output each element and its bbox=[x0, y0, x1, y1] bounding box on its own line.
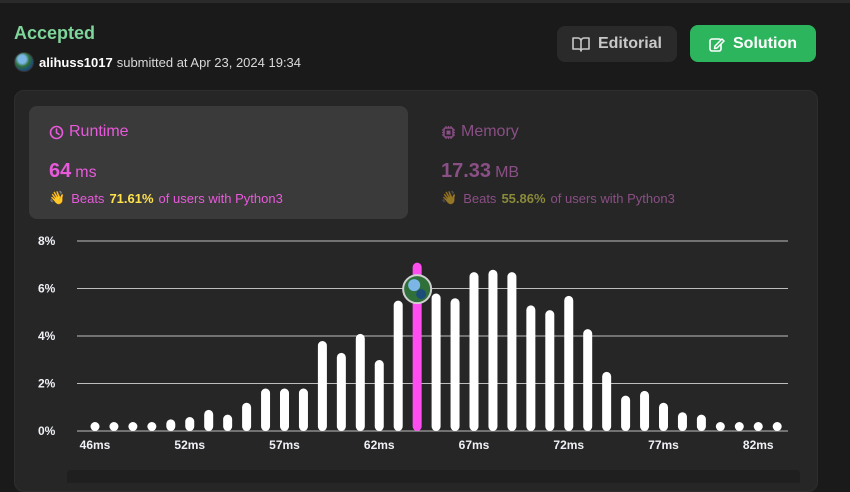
bar bbox=[526, 305, 536, 431]
bar bbox=[298, 388, 308, 431]
x-tick-label: 82ms bbox=[743, 438, 774, 452]
bar bbox=[336, 352, 346, 431]
bar bbox=[696, 414, 706, 431]
bar bbox=[583, 329, 593, 431]
bar bbox=[185, 417, 195, 431]
x-tick-label: 72ms bbox=[553, 438, 584, 452]
runtime-distribution-chart: 8% 6% 4% 2% 0% 46ms 52ms 57ms 62ms 67ms 72ms 77ms 82… bbox=[38, 234, 788, 452]
bar bbox=[734, 422, 744, 431]
x-tick-label: 57ms bbox=[269, 438, 300, 452]
y-tick-label: 2% bbox=[38, 377, 56, 391]
x-tick-label: 62ms bbox=[364, 438, 395, 452]
x-tick-label: 77ms bbox=[648, 438, 679, 452]
user-avatar-marker bbox=[402, 274, 433, 305]
bar bbox=[659, 402, 668, 431]
bar bbox=[393, 300, 403, 431]
bar bbox=[242, 402, 252, 431]
x-tick-label: 52ms bbox=[174, 438, 205, 452]
bar bbox=[431, 293, 441, 431]
y-tick-label: 6% bbox=[38, 282, 56, 296]
bar bbox=[450, 298, 460, 431]
bar bbox=[545, 310, 555, 431]
bar bbox=[488, 269, 498, 431]
bar bbox=[317, 341, 327, 431]
bar bbox=[204, 409, 214, 431]
bar bbox=[223, 414, 233, 431]
y-tick-label: 8% bbox=[38, 234, 56, 248]
bar bbox=[602, 371, 612, 431]
bar bbox=[355, 333, 365, 431]
bar bbox=[374, 360, 384, 431]
bar bbox=[753, 422, 763, 431]
bar bbox=[564, 295, 574, 431]
bar bbox=[677, 412, 687, 431]
chart-range-scrollbar[interactable] bbox=[67, 470, 800, 483]
y-tick-label: 0% bbox=[38, 424, 56, 438]
bar bbox=[621, 395, 631, 431]
bar bbox=[90, 422, 100, 431]
bar bbox=[128, 422, 138, 431]
bar bbox=[280, 388, 289, 431]
bar bbox=[772, 422, 782, 431]
bar bbox=[715, 422, 725, 431]
bar bbox=[640, 390, 650, 431]
bar bbox=[261, 388, 271, 431]
y-tick-label: 4% bbox=[38, 329, 56, 343]
bar bbox=[166, 419, 176, 431]
x-tick-label: 67ms bbox=[459, 438, 490, 452]
bar bbox=[507, 272, 517, 431]
x-tick-label: 46ms bbox=[80, 438, 111, 452]
bar bbox=[469, 272, 479, 431]
bar bbox=[147, 422, 157, 431]
bar bbox=[109, 422, 119, 431]
